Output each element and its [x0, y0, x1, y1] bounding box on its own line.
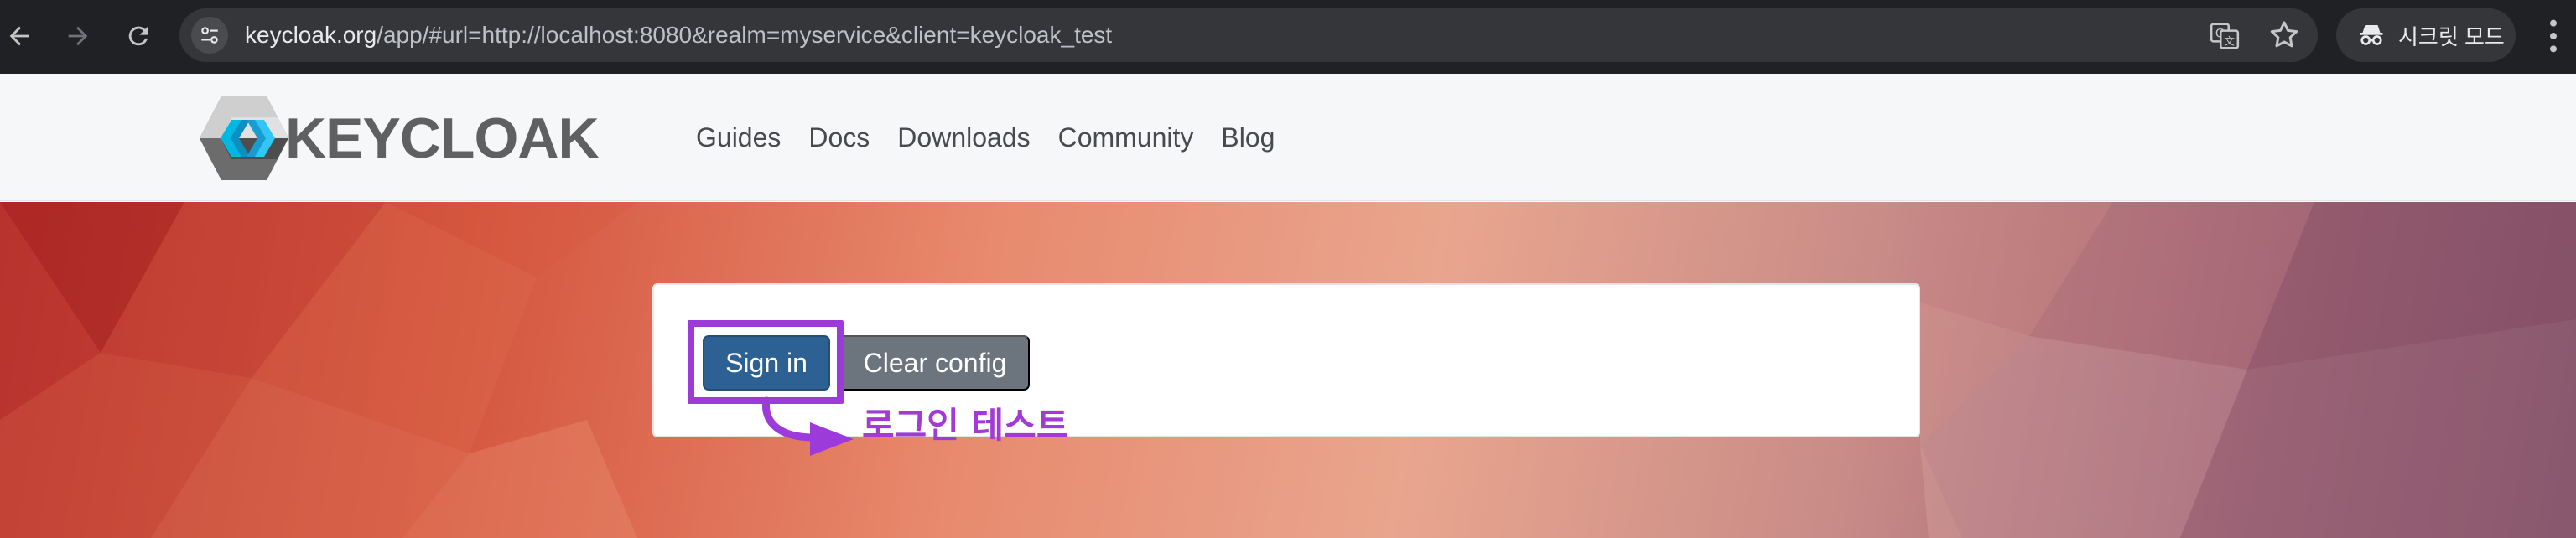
forward-icon [68, 26, 88, 46]
nav-docs[interactable]: Docs [808, 122, 870, 153]
nav-blog[interactable]: Blog [1221, 122, 1275, 153]
clear-config-button[interactable]: Clear config [840, 335, 1030, 391]
browser-toolbar: keycloak.org/app/#url=http://localhost:8… [0, 0, 2576, 74]
nav-downloads[interactable]: Downloads [897, 122, 1030, 153]
star-icon[interactable] [2267, 18, 2301, 52]
incognito-indicator[interactable]: 시크릿 모드 [2336, 8, 2516, 62]
url-path: /app/#url=http://localhost:8080&realm=my… [377, 22, 1113, 48]
logo-text: KEYCLOAK [285, 106, 600, 170]
nav-community[interactable]: Community [1058, 122, 1194, 153]
hero-banner: Sign in Clear config 로그인 테스트 [0, 202, 2576, 538]
back-button[interactable] [0, 12, 44, 60]
site-info-icon [201, 27, 218, 44]
keycloak-logo[interactable]: KEYCLOAK [198, 94, 600, 183]
annotation-arrow-icon [762, 396, 854, 456]
back-icon [9, 26, 29, 46]
reload-button[interactable] [114, 12, 163, 60]
keycloak-logo-icon [200, 96, 288, 180]
site-info-button[interactable] [191, 17, 228, 54]
url-host: keycloak.org [245, 22, 377, 48]
site-header: KEYCLOAK Guides Docs Downloads Community… [0, 74, 2576, 201]
kebab-menu-icon[interactable] [2541, 17, 2566, 55]
reload-icon [128, 26, 148, 46]
svg-text:文: 文 [2224, 34, 2235, 47]
forward-button[interactable] [54, 12, 102, 60]
incognito-icon [2360, 25, 2383, 45]
incognito-label: 시크릿 모드 [2398, 23, 2505, 49]
annotation-highlight-box [688, 320, 844, 404]
translate-icon[interactable]: G 文 [2209, 20, 2241, 52]
address-bar[interactable]: keycloak.org/app/#url=http://localhost:8… [179, 8, 2318, 62]
annotation-label: 로그인 테스트 [862, 405, 1069, 446]
login-card: Sign in Clear config 로그인 테스트 [652, 283, 1920, 456]
url-text[interactable]: keycloak.org/app/#url=http://localhost:8… [245, 8, 1112, 62]
main-nav: Guides Docs Downloads Community Blog [696, 74, 1302, 201]
nav-guides[interactable]: Guides [696, 122, 781, 153]
